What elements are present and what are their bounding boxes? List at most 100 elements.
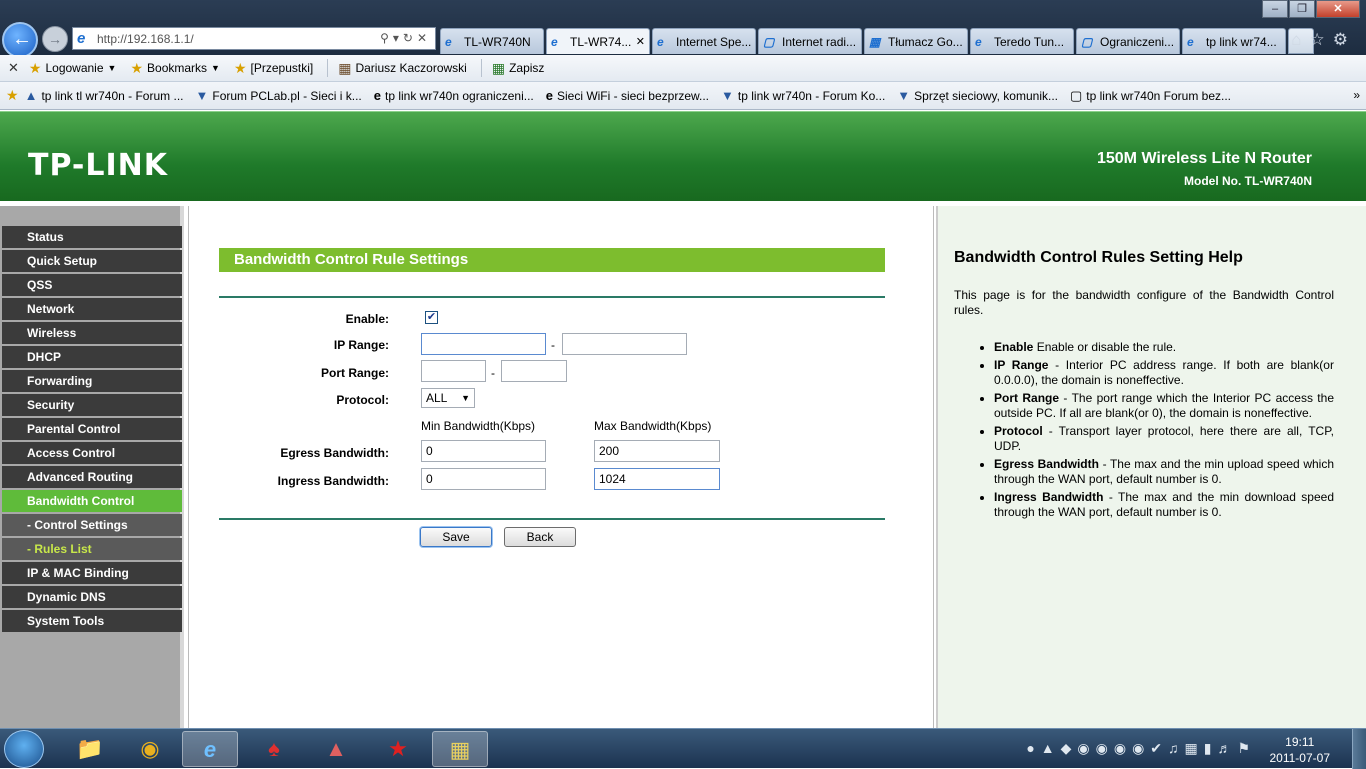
help-term: Enable [994,340,1034,354]
cmd-user[interactable]: ▦ Dariusz Kaczorowski [338,60,467,77]
port-range-label: Port Range: [320,366,389,380]
page-icon: ▢ [763,34,775,49]
menu-item[interactable]: IP & MAC Binding [2,562,182,584]
ingress-max-input[interactable]: 1024 [594,468,720,490]
close-button[interactable]: ✕ [1316,0,1360,18]
protocol-select[interactable]: ALL ▼ [421,388,475,408]
menu-item[interactable]: Wireless [2,322,182,344]
forward-button[interactable]: → [42,26,68,52]
menu-item[interactable]: Network [2,298,182,320]
chrome-icon[interactable]: ◉ [122,731,178,767]
cmd-bookmarks[interactable]: ★ Bookmarks ▼ [130,60,220,77]
start-button[interactable] [4,730,44,768]
min-bandwidth-header: Min Bandwidth(Kbps) [421,419,536,433]
menu-item[interactable]: Security [2,394,182,416]
ie-icon: e [1187,34,1194,49]
port-end-input[interactable] [501,360,567,382]
browser-tab[interactable]: e tp link wr74... [1182,28,1286,54]
port-start-input[interactable] [421,360,486,382]
favorite-link[interactable]: ▼ Forum PCLab.pl - Sieci i k... [195,88,361,103]
tab-close-icon[interactable]: ✕ [636,35,645,48]
menu-item[interactable]: System Tools [2,610,182,632]
clock[interactable]: 19:11 2011-07-07 [1270,734,1331,766]
help-panel: Bandwidth Control Rules Setting Help Thi… [936,206,1366,728]
main-content: Bandwidth Control Rule Settings Enable: … [188,206,934,728]
address-controls[interactable]: ⚲▾↻✕ [380,31,431,45]
home-icon[interactable]: ⌂ [1291,30,1309,49]
maximize-button[interactable]: ❐ [1289,0,1315,18]
app-icon[interactable]: ▲ [308,731,364,767]
bookmark-icon: ★ [130,59,144,76]
back-button[interactable]: ← [2,22,38,58]
chevron-right-icon[interactable]: » [1353,88,1360,102]
ie-icon[interactable]: e [182,731,238,767]
browser-tab-active[interactable]: e TL-WR74... ✕ [546,28,650,54]
favorite-link[interactable]: e tp link wr740n ograniczeni... [374,88,534,103]
ie-icon: e [445,34,452,49]
address-url[interactable]: http://192.168.1.1/ [97,32,194,46]
explorer-icon[interactable]: 📁 [62,731,118,767]
browser-tab[interactable]: e Internet Spe... [652,28,756,54]
ip-end-input[interactable] [562,333,687,355]
menu-item[interactable]: Dynamic DNS [2,586,182,608]
menu-item[interactable]: Parental Control [2,418,182,440]
ie-icon: e [545,88,553,103]
help-item: Enable Enable or disable the rule. [994,340,1334,355]
protocol-label: Protocol: [336,393,389,407]
menu-item[interactable]: Quick Setup [2,250,182,272]
ie-icon: e [657,34,664,49]
tv-app-icon[interactable]: ★ [370,731,426,767]
cmd-zapisz[interactable]: ▦ Zapisz [492,60,545,77]
menu-item[interactable]: Advanced Routing [2,466,182,488]
system-tray[interactable]: ●▲◆◉◉◉◉✔♫▦▮♬⚑ [1026,740,1256,757]
cmd-logowanie[interactable]: ★ Logowanie ▼ [29,60,117,77]
favorite-link[interactable]: e Sieci WiFi - sieci bezprzew... [546,88,709,103]
address-bar[interactable]: e http://192.168.1.1/ ⚲▾↻✕ [72,27,436,50]
menu-item[interactable]: Status [2,226,182,248]
menu-item[interactable]: Bandwidth Control [2,490,182,512]
help-item: Egress Bandwidth - The max and the min u… [994,457,1334,487]
tab-label: Ograniczeni... [1100,34,1175,49]
ip-start-input[interactable] [421,333,546,355]
menu-item[interactable]: - Control Settings [2,514,182,536]
favorites-star-icon[interactable]: ☆ [1310,30,1333,49]
cmd-przepustki[interactable]: ★ [Przepustki] [234,60,313,77]
notes-icon[interactable]: ▦ [432,731,488,767]
gear-icon[interactable]: ⚙ [1333,30,1356,49]
browser-tab[interactable]: e TL-WR740N [440,28,544,54]
menu-item[interactable]: Forwarding [2,370,182,392]
menu-item[interactable]: DHCP [2,346,182,368]
ie-icon: e [77,29,86,47]
egress-max-input[interactable]: 200 [594,440,720,462]
help-term: IP Range [994,358,1049,372]
ingress-min-input[interactable]: 0 [421,468,546,490]
favorites-bar: ★ ▲ tp link tl wr740n - Forum ... ▼ Forum … [0,82,1366,110]
minimize-button[interactable]: – [1262,0,1288,18]
browser-tab[interactable]: ▦ Tłumacz Go... [864,28,968,54]
favorites-star-icon[interactable]: ★ [6,87,19,104]
favorite-link[interactable]: ▼ Sprzęt sieciowy, komunik... [897,88,1058,103]
favorite-link[interactable]: ▲ tp link tl wr740n - Forum ... [25,88,184,103]
menu-item[interactable]: QSS [2,274,182,296]
show-desktop-button[interactable] [1352,729,1366,769]
browser-tab[interactable]: ▢ Internet radi... [758,28,862,54]
enable-label: Enable: [345,312,389,326]
browser-tab[interactable]: e Teredo Tun... [970,28,1074,54]
favorite-link[interactable]: ▼ tp link wr740n - Forum Ko... [721,88,885,103]
back-button-form[interactable]: Back [504,527,576,547]
save-button[interactable]: Save [420,527,492,547]
user-icon: ▦ [338,59,352,76]
tab-label: Teredo Tun... [994,34,1065,49]
browser-tab[interactable]: ▢ Ograniczeni... [1076,28,1180,54]
poker-icon[interactable]: ♠ [246,731,302,767]
menu-item[interactable]: Access Control [2,442,182,464]
back-arrow-icon: ← [12,28,32,50]
menu-item[interactable]: - Rules List [2,538,182,560]
clock-date: 2011-07-07 [1269,751,1331,765]
ie-icon: e [551,34,558,49]
page-icon: ▢ [1069,87,1083,103]
close-toolbar-icon[interactable]: ✕ [8,60,19,76]
egress-min-input[interactable]: 0 [421,440,546,462]
enable-checkbox[interactable]: ✔ [425,311,438,324]
favorite-link[interactable]: ▢ tp link wr740n Forum bez... [1070,88,1231,104]
